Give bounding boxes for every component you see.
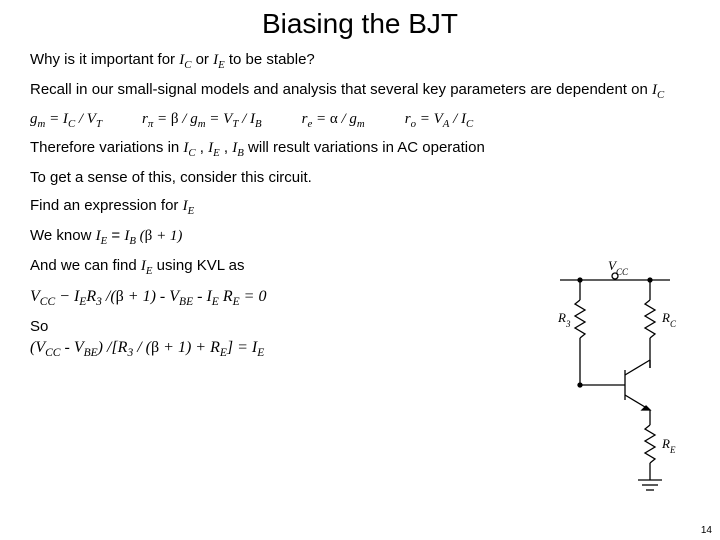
circuit-diagram: VCC R3 RC RE <box>530 260 700 510</box>
therefore-line: Therefore variations in IC , IE , IB wil… <box>30 138 690 160</box>
sense-line: To get a sense of this, consider this ci… <box>30 168 690 188</box>
eq-re: re = α / gm <box>302 110 365 130</box>
page-number: 14 <box>701 525 712 536</box>
eq-ro: ro = VA / IC <box>405 110 474 130</box>
why-line: Why is it important for IC or IE to be s… <box>30 50 690 72</box>
eq-rpi: rπ = β / gm = VT / IB <box>142 110 262 130</box>
know-line: We know IE = IB (β + 1) <box>30 226 690 248</box>
svg-text:RE: RE <box>661 436 676 455</box>
svg-text:RC: RC <box>661 310 677 329</box>
eq-gm: gm = IC / VT <box>30 110 102 130</box>
svg-text:VCC: VCC <box>608 260 629 277</box>
find-line: Find an expression for IE <box>30 196 690 218</box>
equation-row: gm = IC / VT rπ = β / gm = VT / IB re = … <box>30 110 690 130</box>
recall-line: Recall in our small-signal models and an… <box>30 80 690 102</box>
svg-text:R3: R3 <box>557 310 571 329</box>
page-title: Biasing the BJT <box>30 8 690 40</box>
